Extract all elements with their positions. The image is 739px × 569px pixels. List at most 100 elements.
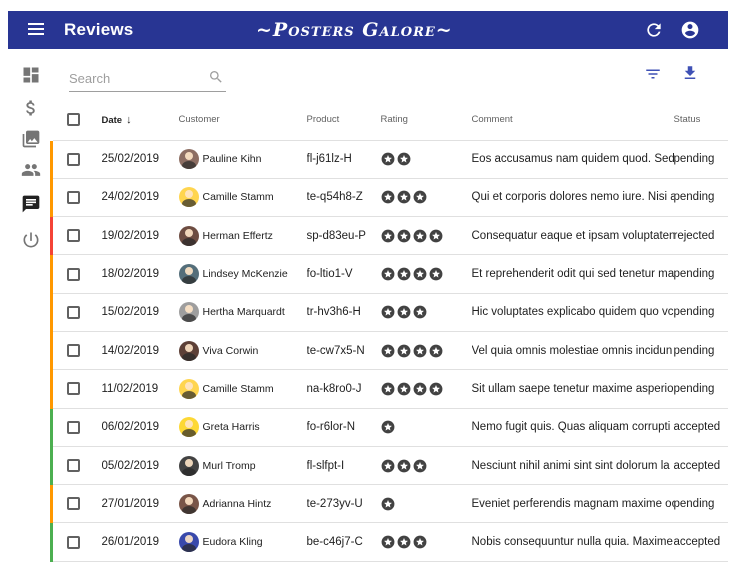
table-header-row: Date ↓ Customer Product Rating Comment St… [51,100,728,141]
star-icon [413,459,426,472]
posters-icon[interactable] [21,129,41,149]
column-header-date[interactable]: Date ↓ [101,100,179,141]
product-link[interactable]: te-cw7x5-N [307,344,381,358]
product-cell: sp-d83eu-P [306,216,381,256]
column-header-rating[interactable]: Rating [380,100,472,141]
star-icon [413,267,426,281]
row-select-cell [50,140,102,179]
column-header-status[interactable]: Status [673,100,728,141]
select-all-checkbox[interactable] [67,113,80,127]
table-row[interactable]: 15/02/2019 Hertha Marquardt tr-hv3h6-H Hic … [50,293,728,332]
comment-cell: Nesciunt nihil animi sint sint dolorum l… [471,446,674,486]
customers-icon[interactable] [21,160,41,180]
review-date: 05/02/2019 [101,446,179,486]
avatar [178,455,199,476]
rating-stars [381,535,472,549]
row-checkbox[interactable] [67,420,80,434]
rating-cell [380,331,472,371]
customer-cell: Adrianna Hintz [178,484,307,524]
row-checkbox[interactable] [67,152,80,166]
refresh-icon[interactable] [644,20,664,40]
customer-link[interactable]: Murl Tromp [203,460,256,472]
table-row[interactable]: 06/02/2019 Greta Harris fo-r6lor-N Nemo fug… [50,408,728,447]
status-cell: pending [673,484,728,524]
review-date: 26/01/2019 [101,522,179,562]
sidebar [8,49,54,569]
row-checkbox[interactable] [67,459,80,473]
product-link[interactable]: tr-hv3h6-H [307,305,381,319]
customer-link[interactable]: Adrianna Hintz [203,498,272,510]
table-row[interactable]: 11/02/2019 Camille Stamm na-k8ro0-J Sit ull… [50,369,728,409]
product-link[interactable]: be-c46j7-C [307,535,381,549]
star-icon [381,344,394,358]
star-icon [429,382,442,396]
brand-title: ~Posters Galore~ [256,19,453,41]
customer-link[interactable]: Pauline Kihn [203,153,262,165]
avatar [178,149,199,170]
column-header-product[interactable]: Product [306,100,381,141]
logout-icon[interactable] [21,230,41,250]
table-row[interactable]: 24/02/2019 Camille Stamm te-q54h8-Z Qui et … [50,178,728,218]
customer-link[interactable]: Camille Stamm [203,191,274,203]
product-link[interactable]: fo-ltio1-V [307,267,381,281]
customer-cell: Murl Tromp [178,446,307,486]
row-checkbox[interactable] [67,190,80,204]
account-icon[interactable] [680,20,700,40]
row-select-cell [50,178,102,218]
row-select-cell [50,369,102,409]
customer-link[interactable]: Herman Effertz [203,230,273,242]
filter-icon[interactable] [644,65,662,83]
row-checkbox[interactable] [67,229,80,243]
customer-link[interactable]: Eudora Kling [203,536,263,548]
status-cell: accepted [673,446,728,486]
column-header-customer[interactable]: Customer [178,100,307,141]
row-checkbox[interactable] [67,344,80,358]
table-row[interactable]: 25/02/2019 Pauline Kihn fl-j61lz-H Eos accu… [50,140,728,179]
table-row[interactable]: 19/02/2019 Herman Effertz sp-d83eu-P Conseq… [50,216,728,256]
customer-link[interactable]: Lindsey McKenzie [203,268,288,280]
table-row[interactable]: 18/02/2019 Lindsey McKenzie fo-ltio1-V Et r… [50,254,728,294]
rating-stars [381,344,472,358]
customer-cell: Eudora Kling [178,522,307,562]
row-select-cell [50,216,102,256]
table-row[interactable]: 05/02/2019 Murl Tromp fl-slfpt-I Nesciunt n… [50,446,728,486]
product-link[interactable]: na-k8ro0-J [307,382,381,396]
product-link[interactable]: fl-slfpt-I [307,459,381,473]
reviews-icon[interactable] [21,194,41,214]
product-link[interactable]: fo-r6lor-N [307,420,381,434]
star-icon [397,152,410,166]
table-row[interactable]: 27/01/2019 Adrianna Hintz te-273yv-U Evenie… [50,484,728,524]
column-header-comment[interactable]: Comment [471,100,674,141]
customer-link[interactable]: Greta Harris [203,421,260,433]
star-icon [429,267,442,281]
rating-cell [380,408,472,447]
product-link[interactable]: sp-d83eu-P [307,229,381,243]
menu-icon[interactable] [28,23,44,37]
review-date: 27/01/2019 [101,484,179,524]
customer-link[interactable]: Hertha Marquardt [203,306,285,318]
product-cell: te-q54h8-Z [306,178,381,218]
table-row[interactable]: 14/02/2019 Viva Corwin te-cw7x5-N Vel quia … [50,331,728,371]
select-all-cell [51,100,102,141]
product-cell: fl-slfpt-I [306,446,381,486]
table-row[interactable]: 26/01/2019 Eudora Kling be-c46j7-C Nobis co… [50,522,728,562]
product-link[interactable]: te-q54h8-Z [307,190,381,204]
customer-cell: Lindsey McKenzie [178,254,307,294]
customer-link[interactable]: Camille Stamm [203,383,274,395]
product-cell: na-k8ro0-J [306,369,381,409]
dashboard-icon[interactable] [21,65,41,85]
search-input[interactable]: Search [69,66,226,92]
customer-link[interactable]: Viva Corwin [203,345,259,357]
dollar-icon[interactable] [21,98,41,118]
product-link[interactable]: te-273yv-U [307,497,381,511]
row-checkbox[interactable] [67,497,80,511]
row-checkbox[interactable] [67,305,80,319]
row-checkbox[interactable] [67,535,80,549]
rating-stars [381,190,472,204]
row-checkbox[interactable] [67,382,80,396]
row-checkbox[interactable] [67,267,80,281]
star-icon [381,191,394,204]
download-icon[interactable] [681,64,699,82]
product-link[interactable]: fl-j61lz-H [307,152,381,166]
comment-cell: Consequatur eaque et ipsam voluptaten [471,216,674,256]
